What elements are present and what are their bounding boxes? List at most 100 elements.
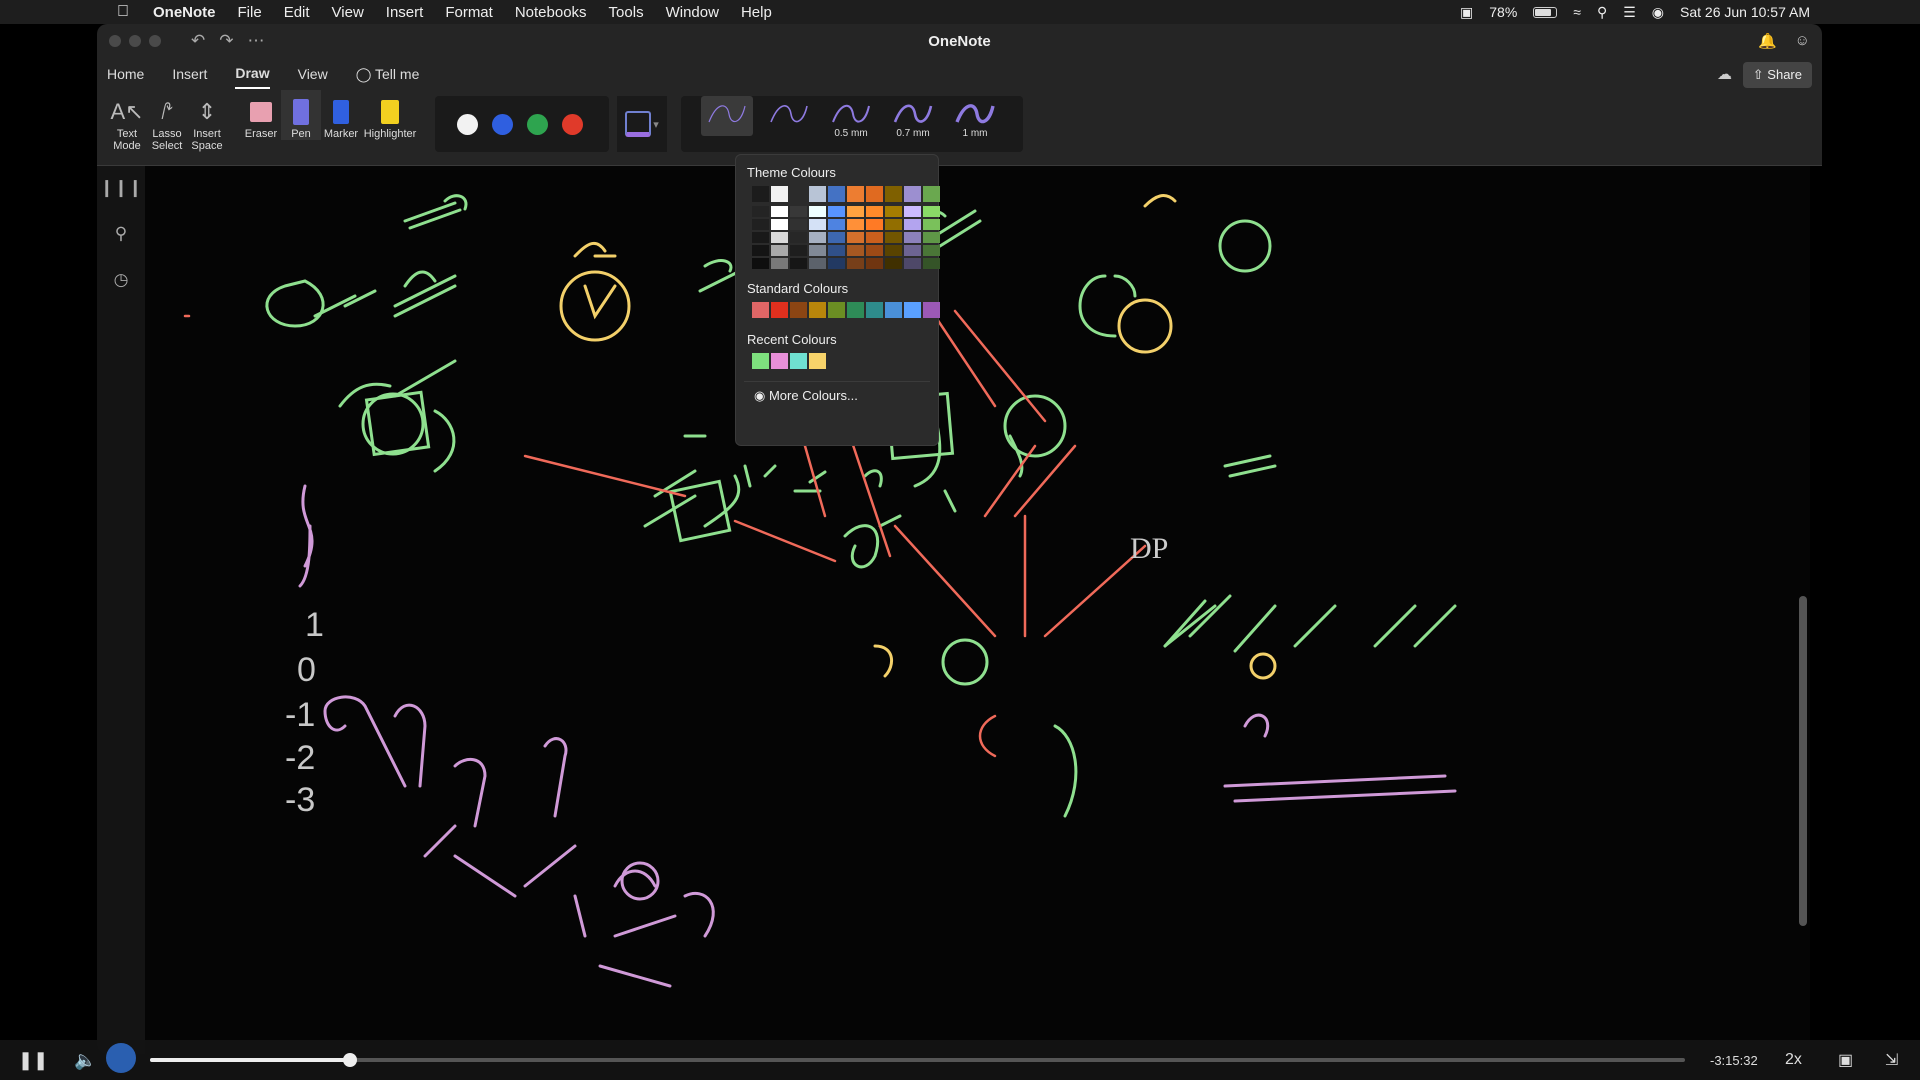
theme-colour-swatch[interactable] (771, 186, 788, 202)
theme-colour-shade-swatch[interactable] (828, 206, 845, 217)
stroke-option-0[interactable] (701, 96, 753, 136)
vertical-scrollbar[interactable] (1799, 596, 1807, 926)
theme-colour-shade-swatch[interactable] (866, 206, 883, 217)
sync-cloud-icon[interactable]: ☁ (1717, 65, 1732, 83)
theme-colour-shade-swatch[interactable] (828, 219, 845, 230)
battery-icon[interactable] (1533, 6, 1558, 18)
more-icon[interactable]: ⋯ (248, 31, 265, 51)
theme-colour-swatch[interactable] (809, 186, 826, 202)
theme-colour-shade-swatch[interactable] (847, 232, 864, 243)
theme-colour-shade-swatch[interactable] (885, 245, 902, 256)
theme-colour-shade-swatch[interactable] (923, 245, 940, 256)
theme-colour-swatch[interactable] (904, 186, 921, 202)
drawing-canvas[interactable]: 1 0 -1 -2 -3 DP (145, 166, 1810, 1054)
tell-me[interactable]: ◯ Tell me (356, 60, 420, 89)
theme-colour-shade-swatch[interactable] (885, 206, 902, 217)
theme-colour-shade-swatch[interactable] (828, 232, 845, 243)
volume-icon[interactable]: 🔈 (74, 1050, 96, 1071)
seek-bar[interactable] (150, 1053, 1685, 1067)
standard-colour-swatch[interactable] (790, 302, 807, 318)
theme-colour-swatch[interactable] (923, 186, 940, 202)
theme-colour-shade-swatch[interactable] (809, 232, 826, 243)
minimize-button[interactable] (129, 35, 141, 47)
fullscreen-icon[interactable]: ⇲ (1885, 1050, 1898, 1070)
stroke-option-1[interactable] (763, 96, 815, 128)
standard-colour-swatch[interactable] (828, 302, 845, 318)
accessibility-icon[interactable]: ▣ (1460, 4, 1473, 21)
theme-colour-shade-swatch[interactable] (847, 258, 864, 269)
theme-colour-shade-swatch[interactable] (809, 219, 826, 230)
theme-colour-shade-swatch[interactable] (771, 206, 788, 217)
theme-colour-swatch[interactable] (790, 186, 807, 202)
menu-window[interactable]: Window (666, 4, 719, 21)
stroke-option-3[interactable]: 0.7 mm (887, 96, 939, 139)
tab-insert[interactable]: Insert (172, 60, 207, 88)
theme-colour-shade-swatch[interactable] (866, 245, 883, 256)
theme-colour-shade-swatch[interactable] (847, 206, 864, 217)
pen-button[interactable]: Pen (281, 90, 321, 140)
theme-colour-shade-swatch[interactable] (752, 219, 769, 230)
menu-format[interactable]: Format (445, 4, 493, 21)
theme-colour-shade-swatch[interactable] (809, 245, 826, 256)
theme-colour-swatch[interactable] (828, 186, 845, 202)
theme-colour-shade-swatch[interactable] (847, 245, 864, 256)
picture-in-picture-icon[interactable]: ▣ (1838, 1050, 1853, 1070)
search-icon[interactable]: ⚲ (115, 224, 127, 244)
feedback-icon[interactable]: ☺ (1795, 32, 1810, 50)
theme-colour-shade-swatch[interactable] (809, 206, 826, 217)
theme-colour-swatch[interactable] (866, 186, 883, 202)
theme-colour-swatch[interactable] (847, 186, 864, 202)
theme-colour-shade-swatch[interactable] (904, 258, 921, 269)
theme-colour-shade-swatch[interactable] (866, 232, 883, 243)
theme-colour-shade-swatch[interactable] (771, 219, 788, 230)
theme-colour-shade-swatch[interactable] (866, 258, 883, 269)
stroke-option-2[interactable]: 0.5 mm (825, 96, 877, 139)
menu-tools[interactable]: Tools (609, 4, 644, 21)
text-mode-button[interactable]: A↖ Text Mode (107, 90, 147, 152)
lasso-select-button[interactable]: ⭚ Lasso Select (147, 90, 187, 152)
seek-bar-handle[interactable] (342, 1053, 357, 1067)
theme-colour-shade-swatch[interactable] (771, 258, 788, 269)
menu-notebooks[interactable]: Notebooks (515, 4, 587, 21)
zoom-button[interactable] (149, 35, 161, 47)
theme-colour-shade-swatch[interactable] (752, 245, 769, 256)
theme-colour-shade-swatch[interactable] (790, 232, 807, 243)
standard-colour-swatch[interactable] (885, 302, 902, 318)
pen-color-2[interactable] (527, 113, 548, 135)
clock[interactable]: Sat 26 Jun 10:57 AM (1680, 4, 1810, 20)
theme-colour-shade-swatch[interactable] (828, 258, 845, 269)
theme-colour-swatch[interactable] (752, 186, 769, 202)
theme-colour-shade-swatch[interactable] (828, 245, 845, 256)
theme-colour-shade-swatch[interactable] (790, 219, 807, 230)
standard-colour-swatch[interactable] (752, 302, 769, 318)
menu-insert[interactable]: Insert (386, 4, 424, 21)
recent-colour-swatch[interactable] (790, 353, 807, 369)
standard-colour-swatch[interactable] (923, 302, 940, 318)
recent-colour-swatch[interactable] (809, 353, 826, 369)
theme-colour-shade-swatch[interactable] (771, 245, 788, 256)
close-button[interactable] (109, 35, 121, 47)
menu-app-name[interactable]: OneNote (153, 4, 216, 21)
insert-space-button[interactable]: ⇕ Insert Space (187, 90, 227, 152)
theme-colour-shade-swatch[interactable] (790, 258, 807, 269)
pause-icon[interactable]: ❚❚ (18, 1050, 48, 1071)
theme-colour-shade-swatch[interactable] (752, 206, 769, 217)
theme-colour-shade-swatch[interactable] (866, 219, 883, 230)
theme-colour-shade-swatch[interactable] (790, 206, 807, 217)
theme-colour-shade-swatch[interactable] (923, 206, 940, 217)
siri-icon[interactable]: ◉ (1652, 4, 1664, 21)
redo-icon[interactable]: ↷ (219, 31, 233, 51)
theme-colour-shade-swatch[interactable] (923, 258, 940, 269)
search-icon[interactable]: ⚲ (1597, 4, 1607, 21)
wifi-icon[interactable]: ≈ (1573, 4, 1581, 20)
menu-help[interactable]: Help (741, 4, 772, 21)
pen-color-0[interactable] (457, 113, 478, 135)
more-colours-button[interactable]: ◉ More Colours... (744, 381, 930, 410)
share-button[interactable]: ⇧ Share (1742, 62, 1812, 88)
marker-button[interactable]: Marker (321, 90, 361, 140)
playback-speed-button[interactable]: 2x (1785, 1051, 1802, 1069)
theme-colour-shade-swatch[interactable] (904, 206, 921, 217)
theme-colour-shade-swatch[interactable] (752, 232, 769, 243)
recent-colour-swatch[interactable] (752, 353, 769, 369)
undo-icon[interactable]: ↶ (191, 31, 205, 51)
